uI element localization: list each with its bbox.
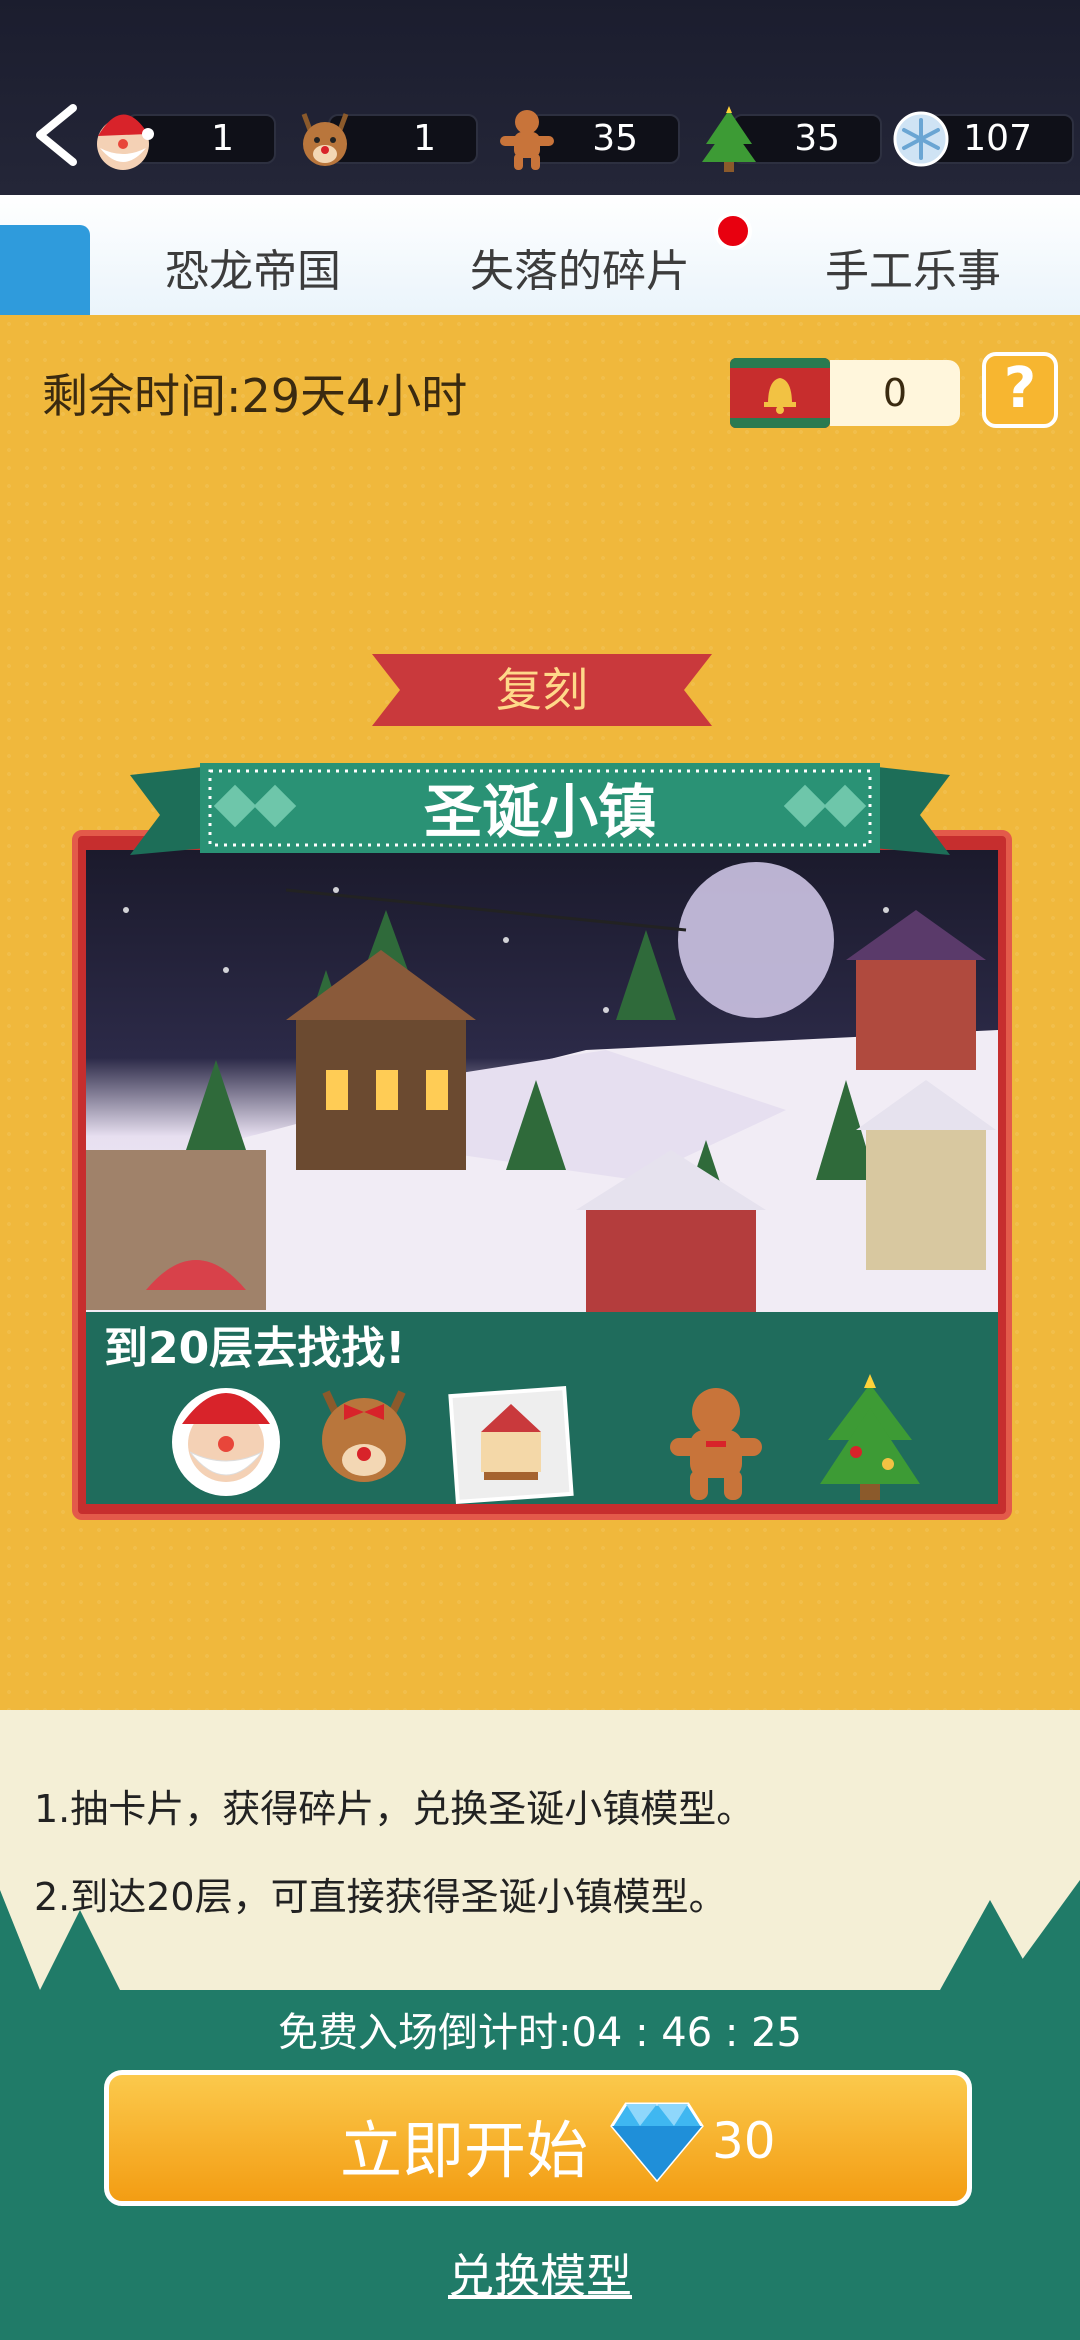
christmas-tree-icon xyxy=(702,106,756,172)
ticket-count: 0 xyxy=(830,360,960,426)
rule-line-1: 1.抽卡片，获得碎片，兑换圣诞小镇模型。 xyxy=(34,1787,755,1831)
resource-snowflake: 107 xyxy=(886,110,1076,168)
diamond-icon xyxy=(610,2102,704,2182)
resource-gingerbread: 35 xyxy=(492,110,682,170)
reward-santa-icon xyxy=(172,1388,280,1496)
start-cost: 30 xyxy=(712,2112,776,2170)
find-hint: 到20层去找找! xyxy=(104,1323,406,1374)
gingerbread-icon xyxy=(500,110,554,170)
tab-current-indicator[interactable] xyxy=(0,225,90,315)
reindeer-icon xyxy=(301,113,349,166)
santa-icon xyxy=(97,114,154,170)
rerun-badge: 复刻 xyxy=(372,654,712,726)
bell-ticket-icon xyxy=(730,358,830,428)
christmas-town-scene[interactable] xyxy=(86,850,998,1312)
resource-santa: 1 xyxy=(88,110,278,170)
resource-tree: 35 xyxy=(694,106,884,172)
exchange-model-link[interactable]: 兑换模型 xyxy=(0,2240,1080,2306)
start-button-label: 立即开始 xyxy=(340,2114,589,2187)
free-entry-countdown: 免费入场倒计时:04 : 46 : 25 xyxy=(278,2010,802,2056)
reward-christmas-tree-icon xyxy=(820,1374,920,1500)
scene-illustration xyxy=(86,862,998,1312)
remaining-time: 剩余时间:29天4小时 xyxy=(42,369,468,423)
tab-bar: 恐龙帝国 失落的碎片 手工乐事 xyxy=(0,195,1080,315)
help-button[interactable]: ? xyxy=(982,352,1058,428)
reward-gingerbread-icon xyxy=(670,1388,762,1500)
tab-dinosaur-empire[interactable]: 恐龙帝国 xyxy=(165,235,341,299)
rerun-label: 复刻 xyxy=(496,663,588,717)
back-icon[interactable] xyxy=(28,100,88,170)
reward-reindeer-icon xyxy=(322,1390,406,1482)
tab-lost-fragments[interactable]: 失落的碎片 xyxy=(470,235,690,299)
tab-handcraft[interactable]: 手工乐事 xyxy=(825,235,1001,299)
resource-reindeer: 1 xyxy=(290,110,480,168)
pine-decoration xyxy=(0,1880,1080,1990)
notification-dot xyxy=(714,212,752,250)
reward-carousel-card-icon xyxy=(448,1386,574,1504)
event-title-ribbon: 圣诞小镇 xyxy=(130,745,950,895)
event-title: 圣诞小镇 xyxy=(423,778,656,846)
resource-bar: 1 1 35 35 107 xyxy=(0,0,1080,195)
snowflake-icon xyxy=(893,111,949,167)
